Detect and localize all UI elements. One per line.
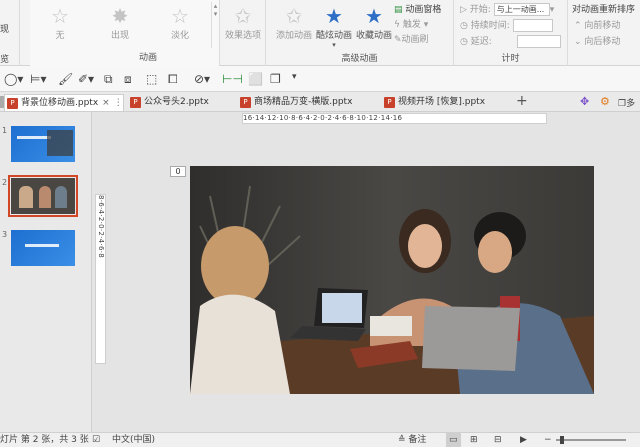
pptx-file-icon: P xyxy=(240,97,251,108)
start-select[interactable]: 与上一动画... xyxy=(493,3,550,16)
timing-group-label: 计时 xyxy=(501,54,520,64)
pen-icon[interactable]: ✐▾ xyxy=(78,72,94,86)
reorder-title: 对动画重新排序 xyxy=(572,5,636,15)
trigger-button[interactable]: ϟ 触发 ▾ xyxy=(394,17,428,33)
crop-icon[interactable]: ⬜ xyxy=(248,72,263,86)
clock-icon: ◷ xyxy=(460,21,468,31)
gear-icon[interactable]: ⚙ xyxy=(600,95,610,108)
layer-icon[interactable]: ⬚ xyxy=(146,72,157,86)
brush-icon: ✎ xyxy=(394,35,402,45)
timing-group: ▷ 开始: 与上一动画... ▾ ◷ 持续时间: ◷ 延迟: 计时 xyxy=(454,0,568,66)
customize-toolbar-icon[interactable]: ▾ xyxy=(292,72,297,82)
group-icon[interactable]: ⧉ xyxy=(104,72,113,87)
animation-painter-button[interactable]: ✎动画刷 xyxy=(394,32,429,48)
chevron-down-icon: ▾ xyxy=(332,41,336,49)
tab-document-3[interactable]: P 商场精品万变-横版.pptx xyxy=(238,94,352,111)
advanced-animation-group: ✩ 添加动画 ★ 酷炫动画 ▾ ★ 收藏动画 ▤ 动画窗格 ϟ 触发 ▾ ✎动画… xyxy=(266,0,454,66)
pptx-file-icon: P xyxy=(384,97,395,108)
close-icon[interactable]: × xyxy=(102,98,110,108)
more-icon[interactable]: ⋮ xyxy=(114,98,123,108)
animation-appear-button[interactable]: ✸ 出现 xyxy=(96,4,144,41)
slide-thumbnail-pane: 1 2 3 xyxy=(0,112,92,432)
effect-options-button[interactable]: ✩ 效果选项 xyxy=(220,4,266,41)
normal-view-button[interactable]: ▭ xyxy=(446,433,461,447)
quick-access-toolbar: ◯▾ ⊨▾ 🖌 ✐▾ ⧉ ⧈ ⬚ ⧠ ⊘▾ ⊢⊣ ⬜ ❐ ▾ xyxy=(0,66,640,92)
slide-sorter-button[interactable]: ⊞ xyxy=(470,433,478,447)
slideshow-button[interactable]: ▶ xyxy=(520,433,527,447)
slide-number-badge: 0 xyxy=(170,166,186,177)
delay-clock-icon: ◷ xyxy=(460,37,468,47)
status-bar: 灯片 第 2 张，共 3 张 ☑ 中文(中国) ≙ 备注 ▭ ⊞ ⊟ ▶ − xyxy=(0,432,640,447)
play-icon: ▷ xyxy=(460,5,467,15)
zoom-slider-thumb[interactable] xyxy=(560,436,564,444)
gallery-scroll[interactable]: ▴ ▾ xyxy=(211,2,219,48)
animation-none-button[interactable]: ☆ 无 xyxy=(36,4,84,41)
move-earlier-button[interactable]: ⌃ 向前移动 xyxy=(574,18,620,34)
distribute-icon[interactable]: ⊢⊣ xyxy=(222,72,243,86)
reading-view-button[interactable]: ⊟ xyxy=(494,433,502,447)
star-icon: ☆ xyxy=(171,4,189,28)
slide-thumbnail-2[interactable]: 2 xyxy=(2,175,78,217)
shape-icon[interactable]: ◯▾ xyxy=(4,72,23,86)
notes-icon: ≙ xyxy=(398,435,406,445)
vertical-ruler: 8·6·4·2·0·2·4·6·8 xyxy=(95,194,106,364)
extension-icon[interactable]: ✥ xyxy=(580,95,589,108)
language-indicator[interactable]: 中文(中国) xyxy=(112,433,155,447)
ungroup-icon[interactable]: ⧈ xyxy=(124,72,132,87)
tab-document-1[interactable]: P 背景位移动画.pptx × ⋮ xyxy=(4,94,124,111)
chevron-down-icon[interactable]: ▾ xyxy=(550,5,555,15)
proofing-icon[interactable]: ☑ xyxy=(92,433,100,447)
tab-document-4[interactable]: P 视频开场 [恢复].pptx xyxy=(382,94,485,111)
document-tabs: P 背景位移动画.pptx × ⋮ P 公众号头2.pptx P 商场精品万变-横版… xyxy=(0,92,640,112)
zoom-out-button[interactable]: − xyxy=(544,433,552,447)
new-tab-button[interactable]: + xyxy=(516,93,528,109)
advanced-animation-group-label: 高级动画 xyxy=(341,54,378,64)
star-burst-icon: ✸ xyxy=(111,4,129,28)
slide-editor: 16·14·12·10·8·6·4·2·0·2·4·6·8·10·12·14·1… xyxy=(92,112,640,432)
star-icon: ☆ xyxy=(51,4,69,28)
format-painter-icon[interactable]: 🖌 xyxy=(58,72,73,86)
notes-button[interactable]: ≙ 备注 xyxy=(398,433,426,447)
chevron-up-icon: ⌃ xyxy=(574,21,582,31)
slide-canvas[interactable] xyxy=(190,166,594,394)
pptx-file-icon: P xyxy=(7,98,18,109)
animation-pane-button[interactable]: ▤ 动画窗格 xyxy=(394,2,441,18)
copy-icon[interactable]: ⧠ xyxy=(168,72,178,87)
pptx-file-icon: P xyxy=(130,97,141,108)
multi-window-button[interactable]: ❐多 xyxy=(618,96,635,109)
combine-icon[interactable]: ⊘▾ xyxy=(194,72,210,86)
move-later-button[interactable]: ⌄ 向后移动 xyxy=(574,34,620,50)
slide-photo xyxy=(190,166,594,394)
zoom-slider[interactable] xyxy=(556,439,626,441)
animation-pane-icon: ▤ xyxy=(394,5,403,15)
horizontal-ruler: 16·14·12·10·8·6·4·2·0·2·4·6·8·10·12·14·1… xyxy=(242,113,547,124)
collect-animation-button[interactable]: ★ 收藏动画 xyxy=(350,4,398,41)
animation-fade-button[interactable]: ☆ 淡化 xyxy=(156,4,204,41)
slide-thumbnail-1[interactable]: 1 xyxy=(2,126,75,162)
chevron-down-icon: ⌄ xyxy=(574,37,582,47)
slide-counter: 灯片 第 2 张，共 3 张 xyxy=(0,435,89,445)
ribbon: 现 览 ☆ 无 ✸ 出现 ☆ 淡化 ▴▾ ✩ 效果选项 动画 ✩ 添加动画 ★ xyxy=(0,0,640,66)
duration-field[interactable] xyxy=(512,19,553,32)
star-effect-icon: ✩ xyxy=(234,4,252,28)
align-icon[interactable]: ⊨▾ xyxy=(30,72,46,86)
slide-thumbnail-3[interactable]: 3 xyxy=(2,230,75,266)
delay-field[interactable] xyxy=(516,35,561,48)
lightning-icon: ϟ xyxy=(394,20,400,30)
duplicate-icon[interactable]: ❐ xyxy=(270,72,281,86)
animation-group-label: 动画 xyxy=(138,53,157,63)
star-collect-icon: ★ xyxy=(365,4,383,28)
tab-document-2[interactable]: P 公众号头2.pptx xyxy=(128,94,209,111)
